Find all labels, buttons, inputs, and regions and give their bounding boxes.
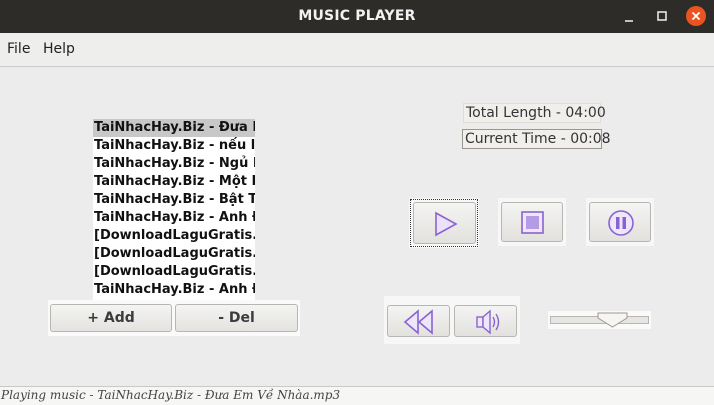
title-bar: MUSIC PLAYER xyxy=(0,0,714,33)
menu-help[interactable]: Help xyxy=(38,33,80,66)
minimize-icon[interactable] xyxy=(620,6,640,26)
playlist-item[interactable]: TaiNhacHay.Biz - Bật Tình Yêu Lên xyxy=(93,191,255,209)
add-button[interactable]: + Add xyxy=(50,304,172,332)
current-time-label: Current Time - 00:08 xyxy=(462,129,611,149)
playlist-item[interactable]: [DownloadLaguGratis.Net] xyxy=(93,227,255,245)
playlist-item[interactable]: [DownloadLaguGratis.Net] xyxy=(93,245,255,263)
playlist-item[interactable]: TaiNhacHay.Biz - Ngủ Một Mình xyxy=(93,155,255,173)
volume-slider-thumb[interactable] xyxy=(597,312,628,328)
total-length-label: Total Length - 04:00 xyxy=(463,103,606,123)
playlist-item[interactable]: TaiNhacHay.Biz - Anh Đã Quen xyxy=(93,209,255,227)
focus-outline xyxy=(410,199,478,247)
rewind-icon xyxy=(403,309,433,335)
del-button[interactable]: - Del xyxy=(175,304,298,332)
volume-icon xyxy=(476,309,500,335)
window-title: MUSIC PLAYER xyxy=(298,8,416,24)
playlist-item[interactable]: TaiNhacHay.Biz - nếu lúc đó xyxy=(93,137,255,155)
close-icon[interactable] xyxy=(686,6,706,26)
volume-button[interactable] xyxy=(454,305,517,337)
playlist-item[interactable]: TaiNhacHay.Biz - Đưa Em Về Nhà xyxy=(93,119,255,137)
stop-button[interactable] xyxy=(501,202,563,242)
playlist[interactable]: TaiNhacHay.Biz - Đưa Em Về Nhà TaiNhacHa… xyxy=(93,119,255,300)
status-bar: Playing music - TaiNhacHay.Biz - Đưa Em … xyxy=(0,386,714,405)
menu-file[interactable]: File xyxy=(2,33,35,66)
rewind-button[interactable] xyxy=(387,305,450,337)
pause-icon xyxy=(608,210,634,236)
stop-icon xyxy=(521,211,544,234)
playlist-item[interactable]: TaiNhacHay.Biz - Một Ngày xyxy=(93,173,255,191)
pause-button[interactable] xyxy=(589,202,651,242)
playlist-item[interactable]: [DownloadLaguGratis.Net] xyxy=(93,263,255,281)
menu-bar: File Help xyxy=(0,33,714,67)
maximize-icon[interactable] xyxy=(652,6,672,26)
playlist-item[interactable]: TaiNhacHay.Biz - Anh Đợi Em xyxy=(93,281,255,299)
